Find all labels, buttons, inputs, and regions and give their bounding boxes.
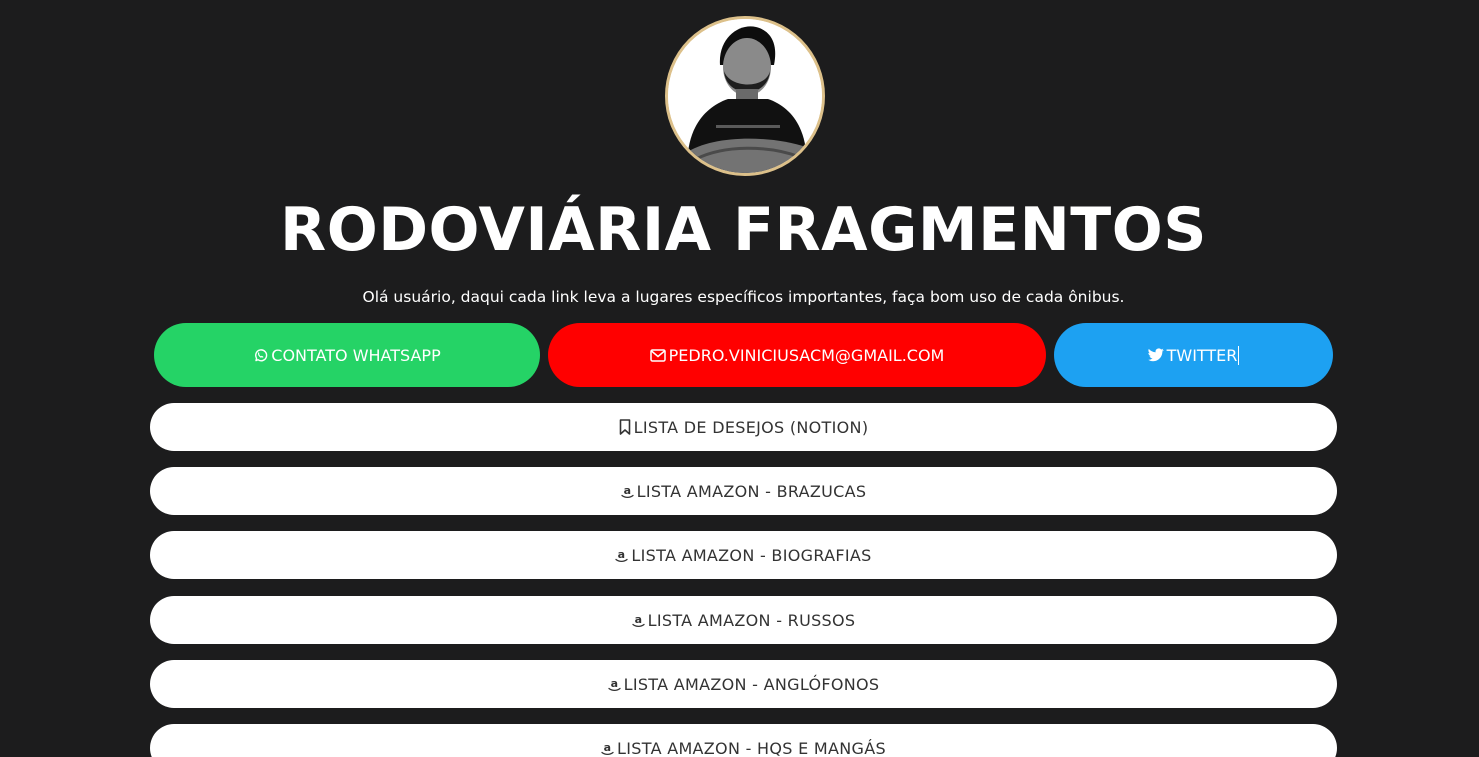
twitter-button[interactable]: TWITTER	[1054, 323, 1333, 387]
svg-text:a: a	[610, 677, 618, 690]
email-button[interactable]: PEDRO.VINICIUSACM@GMAIL.COM	[548, 323, 1046, 387]
amazon-icon: a	[631, 613, 645, 628]
amazon-icon: a	[620, 484, 634, 499]
link-label: LISTA AMAZON - RUSSOS	[647, 610, 856, 630]
link-label: LISTA AMAZON - ANGLÓFONOS	[623, 674, 880, 694]
link-label: LISTA AMAZON - HQS E MANGÁS	[617, 738, 886, 757]
svg-text:a: a	[604, 741, 612, 754]
whatsapp-contact-label: CONTATO WHATSAPP	[271, 345, 441, 365]
avatar	[665, 16, 825, 176]
profile-photo	[668, 19, 822, 173]
svg-text:a: a	[634, 613, 642, 626]
svg-text:a: a	[618, 548, 626, 561]
text-cursor	[1238, 345, 1240, 365]
bookmark-icon	[619, 419, 631, 435]
link-label: LISTA AMAZON - BIOGRAFIAS	[631, 545, 872, 565]
twitter-icon	[1147, 348, 1164, 362]
page-subtitle: Olá usuário, daqui cada link leva a luga…	[362, 288, 1125, 306]
link-amazon-biografias[interactable]: a LISTA AMAZON - BIOGRAFIAS	[150, 531, 1337, 579]
link-label: LISTA AMAZON - BRAZUCAS	[636, 481, 867, 501]
page: RODOVIÁRIA FRAGMENTOS Olá usuário, daqui…	[0, 0, 1479, 757]
svg-text:a: a	[623, 484, 631, 497]
link-amazon-hqs-mangas[interactable]: a LISTA AMAZON - HQS E MANGÁS	[150, 724, 1337, 757]
email-label: PEDRO.VINICIUSACM@GMAIL.COM	[668, 345, 945, 365]
page-title: RODOVIÁRIA FRAGMENTOS	[280, 195, 1207, 265]
whatsapp-icon	[253, 348, 268, 363]
amazon-icon: a	[615, 548, 629, 563]
amazon-icon: a	[601, 741, 614, 756]
link-amazon-russos[interactable]: a LISTA AMAZON - RUSSOS	[150, 596, 1337, 644]
link-label: LISTA DE DESEJOS (NOTION)	[633, 417, 869, 437]
amazon-icon: a	[607, 677, 621, 692]
link-amazon-anglofonos[interactable]: a LISTA AMAZON - ANGLÓFONOS	[150, 660, 1337, 708]
envelope-icon	[649, 348, 666, 362]
link-wishlist-notion[interactable]: LISTA DE DESEJOS (NOTION)	[150, 403, 1337, 451]
link-amazon-brazucas[interactable]: a LISTA AMAZON - BRAZUCAS	[150, 467, 1337, 515]
twitter-label: TWITTER	[1166, 345, 1238, 365]
whatsapp-contact-button[interactable]: CONTATO WHATSAPP	[154, 323, 540, 387]
